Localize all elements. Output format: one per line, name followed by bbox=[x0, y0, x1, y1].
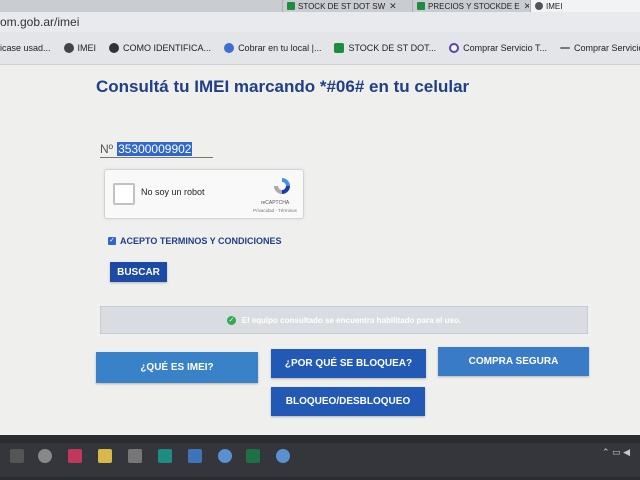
tab-label: PRECIOS Y STOCKDE E bbox=[428, 1, 520, 11]
what-is-imei-button[interactable]: ¿QUÉ ES IMEI? bbox=[96, 352, 258, 383]
bookmark-label: IMEI bbox=[77, 43, 97, 53]
tab-label: STOCK DE ST DOT SW bbox=[298, 1, 386, 11]
status-message: El equipo consultado se encuentra habili… bbox=[241, 315, 462, 325]
block-unblock-button[interactable]: BLOQUEO/DESBLOQUEO bbox=[271, 387, 425, 416]
bookmark-item[interactable]: Comprar Servicio T... bbox=[560, 43, 640, 53]
bookmark-label: Cobrar en tu local |... bbox=[238, 43, 322, 53]
check-icon: ✓ bbox=[226, 315, 236, 325]
taskbar: ⌃ ▭ ◀ bbox=[0, 435, 640, 480]
bookmark-item[interactable]: COMO IDENTIFICA... bbox=[109, 43, 211, 53]
app-icon[interactable] bbox=[68, 449, 82, 463]
tab-label: IMEI bbox=[546, 1, 563, 11]
bookmark-label: COMO IDENTIFICA... bbox=[123, 43, 212, 53]
bookmarks-bar: icase usad... IMEI COMO IDENTIFICA... Co… bbox=[0, 32, 640, 65]
safe-purchase-button[interactable]: COMPRA SEGURA bbox=[438, 347, 589, 376]
chrome-icon[interactable] bbox=[38, 449, 52, 463]
terms-label: ACEPTO TERMINOS Y CONDICIONES bbox=[120, 236, 282, 246]
recaptcha-label: No soy un robot bbox=[141, 187, 205, 197]
terms-row[interactable]: ✓ ACEPTO TERMINOS Y CONDICIONES bbox=[108, 236, 282, 246]
bookmark-item[interactable]: Cobrar en tu local |... bbox=[224, 43, 321, 53]
recaptcha-links[interactable]: Privacidad - Términos bbox=[248, 208, 302, 213]
bookmark-label: STOCK DE ST DOT... bbox=[348, 43, 437, 53]
why-blocked-button[interactable]: ¿POR QUÉ SE BLOQUEA? bbox=[271, 349, 426, 378]
app-icon[interactable] bbox=[158, 449, 172, 463]
browser-tab-strip: STOCK DE ST DOT SW ✕ PRECIOS Y STOCKDE E… bbox=[0, 0, 640, 12]
close-icon[interactable]: ✕ bbox=[389, 1, 397, 12]
apple-icon bbox=[109, 43, 120, 53]
recaptcha-checkbox[interactable] bbox=[113, 183, 135, 205]
address-bar[interactable]: om.gob.ar/imei bbox=[0, 12, 640, 32]
sheets-icon bbox=[334, 43, 345, 53]
bookmark-item[interactable]: STOCK DE ST DOT... bbox=[334, 43, 436, 53]
mercadopago-icon bbox=[224, 43, 235, 53]
site-icon bbox=[63, 43, 74, 53]
bookmark-label: Comprar Servicio T... bbox=[463, 43, 547, 53]
app-icon[interactable] bbox=[188, 449, 202, 463]
bookmark-item[interactable]: Comprar Servicio T... bbox=[449, 43, 547, 53]
recaptcha-widget: No soy un robot reCAPTCHA Privacidad - T… bbox=[104, 169, 304, 219]
imei-prefix: Nº bbox=[100, 142, 114, 156]
close-icon[interactable]: ✕ bbox=[524, 1, 529, 12]
search-button[interactable]: BUSCAR bbox=[110, 262, 167, 282]
page-content: Consultá tu IMEI marcando *#06# en tu ce… bbox=[0, 65, 640, 435]
status-banner: ✓ El equipo consultado se encuentra habi… bbox=[100, 306, 588, 334]
recaptcha-logo-icon bbox=[274, 178, 290, 194]
imei-input[interactable]: Nº 35300009902 bbox=[100, 141, 213, 158]
calculator-icon[interactable] bbox=[128, 449, 142, 463]
bookmark-item[interactable]: icase usad... bbox=[0, 43, 51, 53]
recaptcha-brand: reCAPTCHA bbox=[260, 200, 290, 206]
app-icon[interactable] bbox=[218, 449, 232, 463]
terms-checkbox[interactable]: ✓ bbox=[108, 237, 116, 245]
excel-icon[interactable] bbox=[246, 449, 260, 463]
taskbar-strip bbox=[0, 443, 640, 477]
tab-stock[interactable]: STOCK DE ST DOT SW ✕ bbox=[282, 0, 405, 12]
imei-value[interactable]: 35300009902 bbox=[117, 142, 193, 156]
page-title: Consultá tu IMEI marcando *#06# en tu ce… bbox=[96, 77, 470, 96]
ring-icon bbox=[449, 43, 460, 53]
tab-imei[interactable]: IMEI bbox=[530, 0, 640, 12]
dash-icon bbox=[560, 47, 570, 49]
folder-icon[interactable] bbox=[98, 449, 112, 463]
sheets-icon bbox=[287, 2, 295, 10]
task-view-icon[interactable] bbox=[10, 449, 24, 463]
app-icon[interactable] bbox=[276, 449, 290, 463]
bookmark-label: icase usad... bbox=[0, 43, 51, 53]
bookmark-item[interactable]: IMEI bbox=[63, 43, 97, 53]
sheets-icon bbox=[417, 2, 425, 10]
site-icon bbox=[535, 2, 543, 10]
system-tray[interactable]: ⌃ ▭ ◀ bbox=[602, 447, 630, 458]
bookmark-label: Comprar Servicio T... bbox=[574, 43, 640, 53]
url-text[interactable]: om.gob.ar/imei bbox=[0, 15, 79, 29]
tab-precios[interactable]: PRECIOS Y STOCKDE E ✕ bbox=[412, 0, 529, 12]
